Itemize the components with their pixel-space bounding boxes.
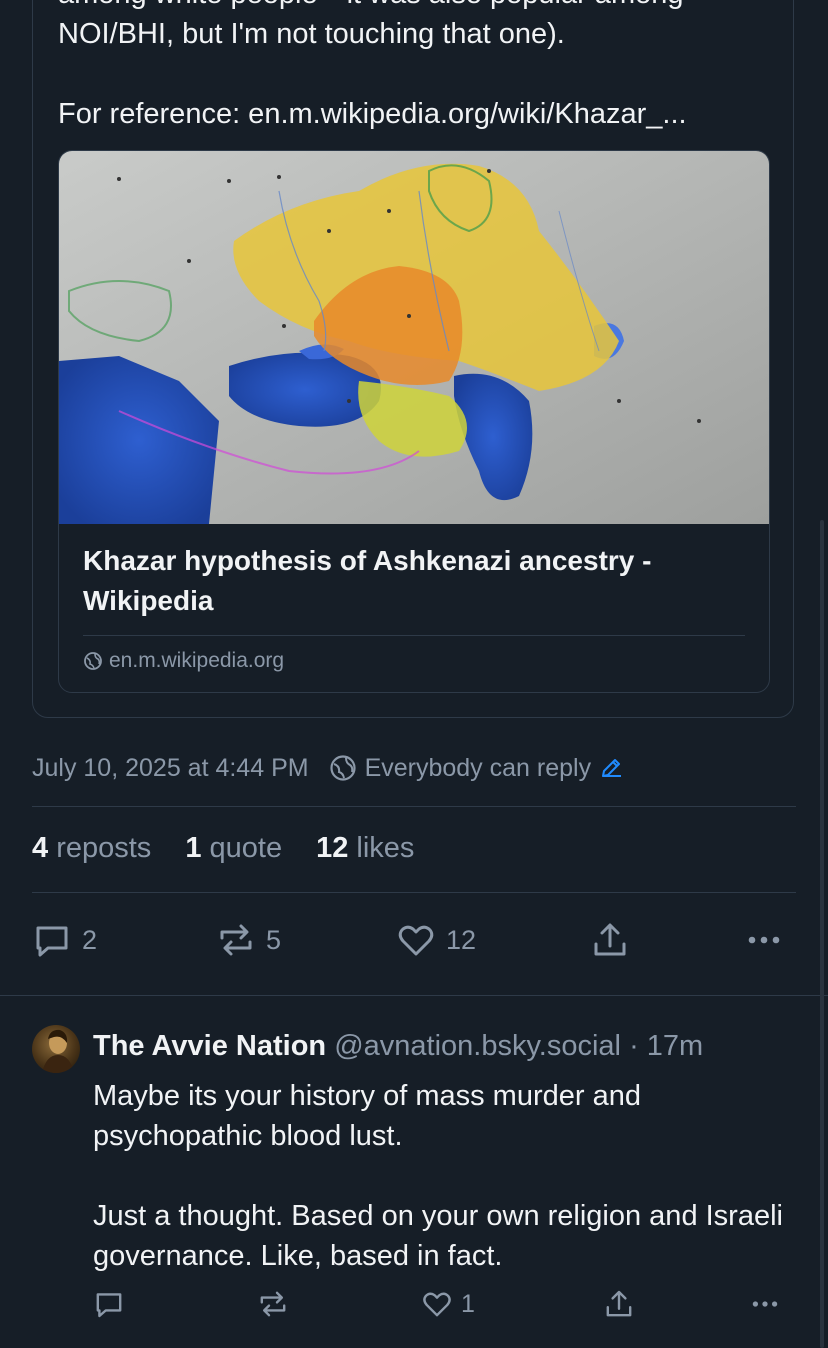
- link-preview-divider: [83, 635, 745, 636]
- reply-handle[interactable]: @avnation.bsky.social: [334, 1030, 621, 1062]
- quotes-label: quote: [209, 832, 283, 864]
- divider: [32, 806, 796, 807]
- reply-button[interactable]: 2: [32, 920, 97, 960]
- quotes-stat[interactable]: 1 quote: [185, 832, 282, 865]
- reply-repost-button[interactable]: [257, 1288, 289, 1320]
- reply-icon: [96, 1293, 122, 1318]
- repost-icon: [220, 924, 252, 956]
- reply-paragraph: Maybe its your history of mass murder an…: [93, 1080, 641, 1152]
- reply-text: Maybe its your history of mass murder an…: [93, 1076, 793, 1276]
- scrollbar[interactable]: [820, 520, 824, 1348]
- like-count: 12: [446, 924, 477, 955]
- link-preview-card[interactable]: Khazar hypothesis of Ashkenazi ancestry …: [58, 150, 770, 693]
- share-icon: [606, 1290, 632, 1317]
- reposts-stat[interactable]: 4 reposts: [32, 832, 151, 865]
- more-options-button[interactable]: [744, 920, 784, 960]
- repost-icon: [260, 1291, 286, 1317]
- likes-count: 12: [316, 832, 349, 864]
- reply-setting[interactable]: Everybody can reply: [329, 754, 624, 783]
- reply-author-row: The Avvie Nation @avnation.bsky.social ·…: [93, 1030, 703, 1063]
- quoted-post-reference-line: For reference: en.m.wikipedia.org/wiki/K…: [58, 98, 687, 130]
- avatar[interactable]: [32, 1025, 80, 1073]
- avatar-image: [42, 1029, 74, 1073]
- reply-share-button[interactable]: [603, 1288, 635, 1320]
- reply-more-options-button[interactable]: [747, 1288, 783, 1320]
- link-preview-domain: en.m.wikipedia.org: [83, 649, 284, 673]
- repost-count: 5: [266, 924, 282, 955]
- reply-reply-button[interactable]: [93, 1288, 125, 1320]
- likes-stat[interactable]: 12 likes: [316, 832, 414, 865]
- post-action-bar: 2 5 12: [32, 920, 788, 966]
- reply-paragraph: Just a thought. Based on your own religi…: [93, 1200, 783, 1272]
- engagement-stats: 4 reposts 1 quote 12 likes: [32, 832, 414, 865]
- link-preview-image: [59, 151, 769, 524]
- reply-time: · 17m: [629, 1030, 704, 1062]
- divider: [32, 892, 796, 893]
- reply-icon: [36, 926, 68, 957]
- share-icon: [594, 923, 626, 956]
- globe-icon: [84, 652, 102, 670]
- reply-action-bar: 1: [93, 1288, 793, 1328]
- reposts-count: 4: [32, 832, 49, 864]
- reply-count: 2: [82, 924, 98, 955]
- post-timestamp: July 10, 2025 at 4:44 PM: [32, 753, 309, 782]
- share-button[interactable]: [590, 920, 630, 960]
- reposts-label: reposts: [56, 832, 152, 864]
- like-button[interactable]: 12: [396, 920, 476, 960]
- more-icon: [748, 936, 780, 944]
- quotes-count: 1: [185, 832, 202, 864]
- quoted-post-clipped-line: among white people—it was also popular a…: [58, 0, 683, 14]
- post-meta-row: July 10, 2025 at 4:44 PM Everybody can r…: [32, 748, 623, 788]
- reply-like-count: 1: [461, 1289, 475, 1318]
- heart-icon: [423, 1292, 451, 1317]
- globe-icon: [329, 755, 356, 781]
- likes-label: likes: [356, 832, 415, 864]
- link-preview-title: Khazar hypothesis of Ashkenazi ancestry …: [83, 545, 652, 616]
- repost-button[interactable]: 5: [216, 920, 281, 960]
- reply-setting-label: Everybody can reply: [364, 753, 592, 782]
- pencil-icon[interactable]: [599, 756, 623, 780]
- thread-separator: [0, 995, 828, 996]
- heart-icon: [398, 925, 434, 956]
- reply-like-button[interactable]: 1: [421, 1288, 475, 1320]
- quoted-post-line: NOI/BHI, but I'm not touching that one).: [58, 18, 565, 50]
- reply-display-name[interactable]: The Avvie Nation: [93, 1030, 326, 1062]
- link-preview-domain-text: en.m.wikipedia.org: [109, 649, 285, 672]
- more-icon: [752, 1301, 778, 1307]
